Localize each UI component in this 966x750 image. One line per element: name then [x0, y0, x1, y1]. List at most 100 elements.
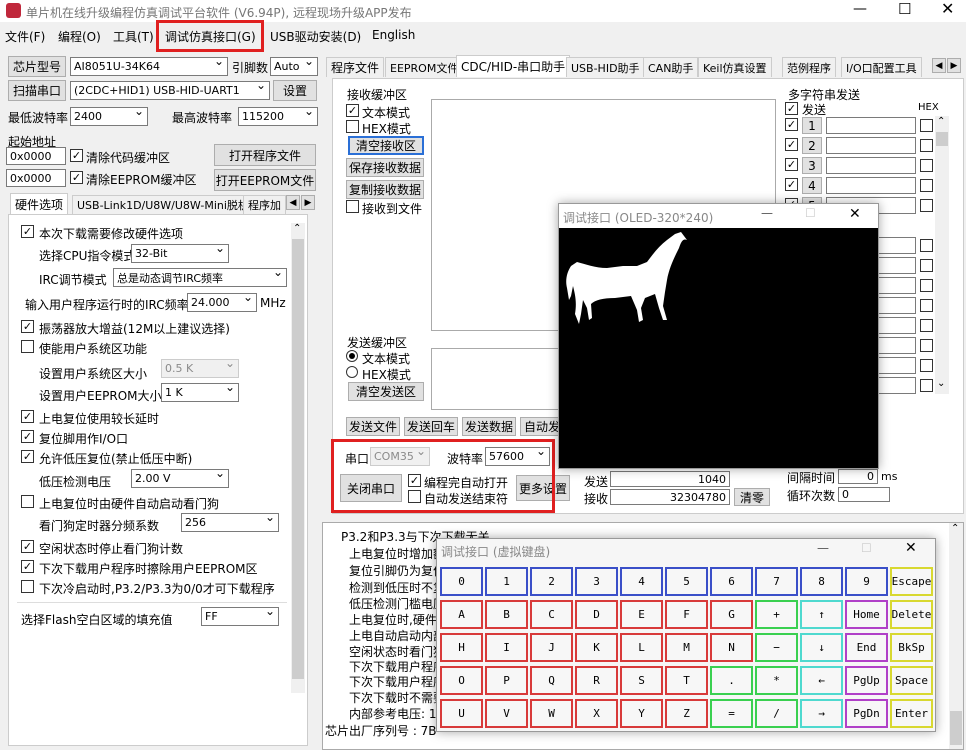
multi-row-hex-checkbox[interactable]: [920, 179, 933, 192]
kbd-key[interactable]: −: [755, 633, 798, 662]
log-scroll-thumb[interactable]: [950, 711, 962, 745]
chip-model-button[interactable]: 芯片型号: [8, 56, 66, 77]
kbd-key[interactable]: 3: [575, 567, 618, 596]
kbd-key[interactable]: →: [800, 699, 843, 728]
kbd-key[interactable]: =: [710, 699, 753, 728]
multi-row-input[interactable]: [826, 117, 916, 134]
oled-minimize-button[interactable]: —: [761, 206, 773, 220]
kbd-key[interactable]: V: [485, 699, 528, 728]
kbd-key[interactable]: U: [440, 699, 483, 728]
kbd-maximize-button[interactable]: ☐: [861, 541, 872, 555]
kbd-key[interactable]: I: [485, 633, 528, 662]
kbd-key[interactable]: Escape: [890, 567, 933, 596]
save-recv-button[interactable]: 保存接收数据: [346, 158, 424, 177]
multi-row-hex-checkbox[interactable]: [920, 319, 933, 332]
cpu-mode-select[interactable]: 32-Bit: [131, 244, 229, 263]
opt-p32-p33-checkbox[interactable]: [21, 580, 34, 593]
multi-row-hex-checkbox[interactable]: [920, 379, 933, 392]
kbd-key[interactable]: PgUp: [845, 666, 888, 695]
multi-row-hex-checkbox[interactable]: [920, 259, 933, 272]
kbd-key[interactable]: T: [665, 666, 708, 695]
scroll-thumb[interactable]: [292, 239, 304, 679]
reset-count-button[interactable]: 清零: [734, 488, 770, 506]
open-program-button[interactable]: 打开程序文件: [214, 144, 316, 166]
irc-freq-select[interactable]: 24.000: [187, 293, 257, 312]
kbd-key[interactable]: Space: [890, 666, 933, 695]
menu-file[interactable]: 文件(F): [5, 28, 45, 45]
multi-row-hex-checkbox[interactable]: [920, 159, 933, 172]
chip-model-select[interactable]: AI8051U-34K64: [70, 57, 228, 76]
kbd-close-button[interactable]: ✕: [905, 540, 917, 556]
multi-row-button[interactable]: 4: [802, 177, 822, 194]
log-scrollbar[interactable]: ⌃: [949, 523, 963, 749]
send-cr-button[interactable]: 发送回车: [404, 417, 458, 436]
menu-tools[interactable]: 工具(T): [113, 28, 154, 45]
recv-text-mode-checkbox[interactable]: ✓: [346, 104, 359, 117]
kbd-key[interactable]: W: [530, 699, 573, 728]
kbd-key[interactable]: G: [710, 600, 753, 629]
kbd-key[interactable]: J: [530, 633, 573, 662]
kbd-key[interactable]: B: [485, 600, 528, 629]
oled-maximize-button[interactable]: ☐: [805, 206, 816, 220]
multi-row-hex-checkbox[interactable]: [920, 199, 933, 212]
opt-idle-stop-wd-checkbox[interactable]: ✓: [21, 540, 34, 553]
kbd-key[interactable]: E: [620, 600, 663, 629]
kbd-key[interactable]: ↓: [800, 633, 843, 662]
rtab-scroll-right[interactable]: ▶: [947, 58, 961, 73]
multi-row-hex-checkbox[interactable]: [920, 139, 933, 152]
opt-modify-hw-checkbox[interactable]: ✓: [21, 225, 34, 238]
tab-can[interactable]: CAN助手: [643, 57, 699, 77]
send-file-button[interactable]: 发送文件: [346, 417, 400, 436]
opt-osc-gain-checkbox[interactable]: ✓: [21, 320, 34, 333]
tab-usb-hid[interactable]: USB-HID助手: [566, 57, 645, 77]
oled-titlebar[interactable]: 调试接口 (OLED-320*240) — ☐ ✕: [559, 204, 878, 228]
oled-close-button[interactable]: ✕: [849, 206, 861, 222]
kbd-key[interactable]: S: [620, 666, 663, 695]
kbd-key[interactable]: 4: [620, 567, 663, 596]
multi-row-hex-checkbox[interactable]: [920, 299, 933, 312]
port-select[interactable]: (2CDC+HID1) USB-HID-UART1: [70, 81, 270, 100]
kbd-key[interactable]: P: [485, 666, 528, 695]
multi-row-checkbox[interactable]: ✓: [785, 118, 798, 131]
opt-long-delay-checkbox[interactable]: ✓: [21, 410, 34, 423]
open-eeprom-button[interactable]: 打开EEPROM文件: [214, 169, 316, 191]
kbd-key[interactable]: Y: [620, 699, 663, 728]
multi-row-hex-checkbox[interactable]: [920, 239, 933, 252]
kbd-key[interactable]: +: [755, 600, 798, 629]
kbd-key[interactable]: 7: [755, 567, 798, 596]
clear-code-checkbox[interactable]: ✓: [70, 149, 83, 162]
menu-usb-driver[interactable]: USB驱动安装(D): [270, 28, 361, 45]
multi-row-input[interactable]: [826, 157, 916, 174]
tab-io-config[interactable]: I/O口配置工具: [841, 57, 922, 77]
kbd-key[interactable]: N: [710, 633, 753, 662]
tab-keil[interactable]: Keil仿真设置: [698, 57, 772, 77]
tab-serial-assistant[interactable]: CDC/HID-串口助手: [456, 55, 571, 77]
kbd-key[interactable]: Delete: [890, 600, 933, 629]
tab-scroll-right[interactable]: ▶: [301, 195, 315, 210]
irc-mode-select[interactable]: 总是动态调节IRC频率: [113, 268, 287, 287]
tab-eeprom-file[interactable]: EEPROM文件: [385, 57, 464, 77]
tab-usb-link[interactable]: USB-Link1D/U8W/U8W-Mini脱机: [72, 195, 254, 214]
kbd-key[interactable]: D: [575, 600, 618, 629]
tab-program-add[interactable]: 程序加: [243, 195, 286, 214]
kbd-key[interactable]: 9: [845, 567, 888, 596]
kbd-key[interactable]: 2: [530, 567, 573, 596]
copy-recv-button[interactable]: 复制接收数据: [346, 180, 424, 199]
multi-scroll-down-icon[interactable]: ⌄: [937, 378, 945, 389]
send-data-button[interactable]: 发送数据: [462, 417, 516, 436]
recv-hex-mode-checkbox[interactable]: [346, 120, 359, 133]
kbd-key[interactable]: 6: [710, 567, 753, 596]
low-voltage-select[interactable]: 2.00 V: [131, 469, 229, 488]
opt-low-voltage-checkbox[interactable]: ✓: [21, 450, 34, 463]
kbd-key[interactable]: Q: [530, 666, 573, 695]
log-scroll-up-icon[interactable]: ⌃: [951, 523, 959, 534]
multi-row-button[interactable]: 1: [802, 117, 822, 134]
pin-count-select[interactable]: Auto: [270, 57, 318, 76]
kbd-key[interactable]: /: [755, 699, 798, 728]
multi-row-hex-checkbox[interactable]: [920, 339, 933, 352]
kbd-key[interactable]: K: [575, 633, 618, 662]
kbd-key[interactable]: 0: [440, 567, 483, 596]
kbd-key[interactable]: R: [575, 666, 618, 695]
opt-reset-io-checkbox[interactable]: ✓: [21, 430, 34, 443]
kbd-key[interactable]: A: [440, 600, 483, 629]
